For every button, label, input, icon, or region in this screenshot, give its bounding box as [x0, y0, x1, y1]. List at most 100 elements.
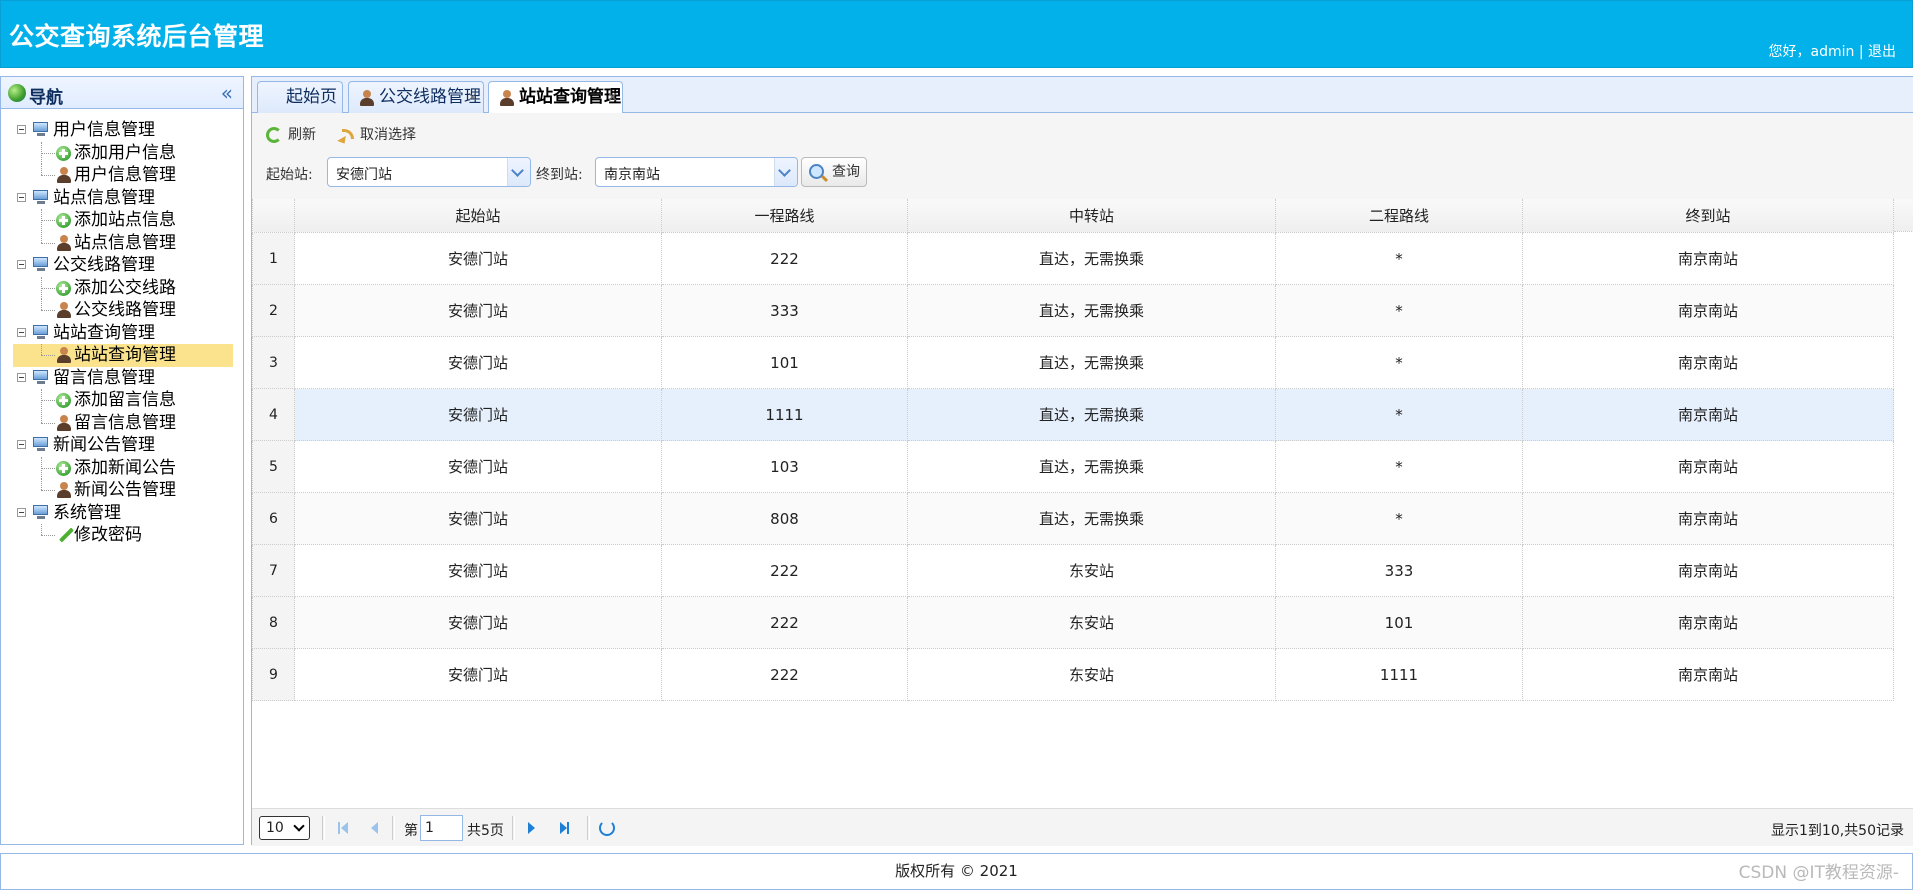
- tree-group-label: 用户信息管理: [53, 120, 155, 140]
- tree-item[interactable]: 修改密码: [13, 524, 233, 547]
- tree-item[interactable]: 用户信息管理: [13, 164, 233, 187]
- table-row[interactable]: 9 安德门站 222 东安站 1111 南京南站: [252, 648, 1894, 701]
- cancel-selection-button[interactable]: 取消选择: [336, 123, 416, 147]
- tab[interactable]: 公交线路管理 ×: [348, 81, 484, 113]
- close-icon[interactable]: ×: [467, 83, 478, 113]
- tree-item-label: 用户信息管理: [74, 165, 176, 185]
- reload-icon[interactable]: [599, 820, 615, 836]
- row-number-header: [252, 199, 295, 233]
- tree-item[interactable]: 站站查询管理: [13, 344, 233, 367]
- tree-item[interactable]: 留言信息管理: [13, 411, 233, 435]
- chevron-down-icon[interactable]: [774, 158, 797, 186]
- tree-item[interactable]: 添加新闻公告: [13, 456, 233, 480]
- collapse-toggle-icon[interactable]: [17, 372, 26, 382]
- tree-item[interactable]: 新闻公告管理: [13, 479, 233, 502]
- tree-group[interactable]: 留言信息管理: [13, 367, 233, 390]
- results-table: 起始站 一程路线 中转站 二程路线 终到站 1 安德门站 222 直达，无需换乘 * 南京南站 2 安…: [252, 199, 1894, 701]
- divider: |: [1858, 44, 1864, 60]
- end-station-select[interactable]: 南京南站: [595, 157, 798, 187]
- table-row[interactable]: 1 安德门站 222 直达，无需换乘 * 南京南站: [252, 232, 1894, 285]
- logout-link[interactable]: 退出: [1868, 44, 1896, 60]
- table-row[interactable]: 7 安德门站 222 东安站 333 南京南站: [252, 544, 1894, 597]
- table-cell: 南京南站: [1522, 232, 1894, 285]
- tree-item-label: 公交线路管理: [74, 300, 176, 320]
- tree-item-label: 添加留言信息: [74, 390, 176, 410]
- close-icon[interactable]: ×: [607, 83, 618, 113]
- column-header[interactable]: 起始站: [294, 199, 662, 233]
- tree-item-label: 修改密码: [74, 525, 142, 545]
- tree-group[interactable]: 系统管理: [13, 502, 233, 525]
- last-page-icon[interactable]: [557, 821, 571, 835]
- collapse-toggle-icon[interactable]: [17, 440, 26, 449]
- table-cell: 安德门站: [294, 440, 662, 493]
- tree-line: [41, 422, 55, 424]
- collapse-panel-icon[interactable]: «: [221, 81, 233, 105]
- column-header[interactable]: 中转站: [907, 199, 1276, 233]
- column-header[interactable]: 二程路线: [1275, 199, 1523, 233]
- collapse-toggle-icon[interactable]: [17, 125, 26, 134]
- tree-item[interactable]: 站点信息管理: [13, 231, 233, 255]
- tree-item[interactable]: 添加站点信息: [13, 209, 233, 232]
- greeting-text: 您好，admin: [1768, 44, 1855, 60]
- end-station-label: 终到站:: [536, 167, 583, 183]
- table-cell: 南京南站: [1522, 336, 1894, 389]
- table-cell: 安德门站: [294, 648, 662, 701]
- table-row[interactable]: 2 安德门站 333 直达，无需换乘 * 南京南站: [252, 284, 1894, 337]
- tree-item[interactable]: 公交线路管理: [13, 299, 233, 322]
- tree-group-label: 站点信息管理: [53, 187, 155, 208]
- table-row[interactable]: 3 安德门站 101 直达，无需换乘 * 南京南站: [252, 336, 1894, 389]
- table-cell: 南京南站: [1522, 596, 1894, 649]
- record-info: 显示1到10,共50记录: [1771, 823, 1904, 839]
- collapse-toggle-icon[interactable]: [17, 260, 26, 269]
- pencil-icon: [59, 527, 74, 543]
- prev-page-icon[interactable]: [367, 821, 381, 835]
- tree-item[interactable]: 添加公交线路: [13, 276, 233, 300]
- table-row[interactable]: 6 安德门站 808 直达，无需换乘 * 南京南站: [252, 492, 1894, 545]
- first-page-icon[interactable]: [336, 821, 350, 835]
- pager-divider: [322, 816, 325, 840]
- row-number: 8: [252, 596, 295, 649]
- table-cell: 直达，无需换乘: [907, 336, 1276, 389]
- tree-item-label: 留言信息管理: [74, 412, 176, 433]
- page-size-select[interactable]: 10: [259, 816, 310, 840]
- collapse-toggle-icon[interactable]: [17, 327, 26, 337]
- tree-group[interactable]: 公交线路管理: [13, 254, 233, 277]
- table-cell: 333: [1275, 544, 1523, 597]
- table-row[interactable]: 4 安德门站 1111 直达，无需换乘 * 南京南站: [252, 388, 1894, 441]
- tab[interactable]: 站站查询管理 ×: [488, 81, 623, 114]
- user-icon: [56, 234, 71, 251]
- collapse-toggle-icon[interactable]: [17, 192, 26, 202]
- column-header[interactable]: 终到站: [1522, 199, 1894, 233]
- column-header[interactable]: 一程路线: [661, 199, 908, 233]
- next-page-icon[interactable]: [524, 821, 538, 835]
- tree-item[interactable]: 添加用户信息: [13, 141, 233, 165]
- table-cell: 南京南站: [1522, 440, 1894, 493]
- chevron-down-icon[interactable]: [507, 158, 530, 186]
- tab-label: 公交线路管理: [379, 87, 481, 107]
- refresh-label: 刷新: [288, 127, 316, 143]
- search-button[interactable]: 查询: [801, 157, 867, 187]
- tree-group[interactable]: 站点信息管理: [13, 187, 233, 210]
- tree-group[interactable]: 新闻公告管理: [13, 434, 233, 457]
- table-cell: 222: [661, 232, 908, 285]
- start-station-select[interactable]: 安德门站: [327, 157, 531, 187]
- tree-line: [41, 400, 55, 401]
- table-row[interactable]: 8 安德门站 222 东安站 101 南京南站: [252, 596, 1894, 649]
- tree-line: [41, 164, 43, 175]
- tree-group[interactable]: 用户信息管理: [13, 119, 233, 142]
- tree-line: [41, 535, 55, 536]
- tree-line: [41, 344, 43, 355]
- collapse-toggle-icon[interactable]: [17, 507, 26, 517]
- table-row[interactable]: 5 安德门站 103 直达，无需换乘 * 南京南站: [252, 440, 1894, 493]
- tree-line: [41, 524, 43, 535]
- page-number-input[interactable]: 1: [420, 815, 463, 841]
- tree-group[interactable]: 站站查询管理: [13, 322, 233, 345]
- search-icon: [809, 164, 824, 179]
- tree-item[interactable]: 添加留言信息: [13, 389, 233, 412]
- table-cell: *: [1275, 232, 1523, 285]
- add-icon: [56, 460, 71, 476]
- refresh-button[interactable]: 刷新: [264, 123, 316, 147]
- tree-line: [41, 152, 55, 154]
- start-station-label: 起始站:: [266, 167, 313, 183]
- tab[interactable]: 起始页: [257, 81, 343, 113]
